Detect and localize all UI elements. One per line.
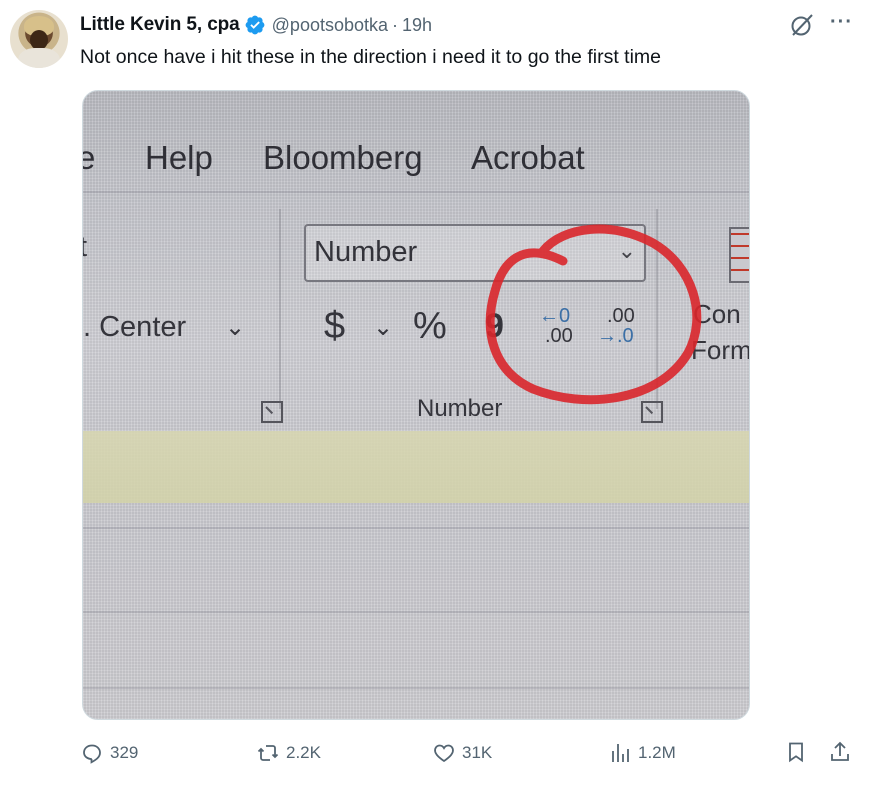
timestamp[interactable]: 19h — [402, 15, 432, 36]
number-format-dropdown: Number ⌄ — [304, 224, 646, 282]
decrease-decimal-label: .00 — [545, 325, 573, 347]
merge-dropdown-chevron-icon: ⌄ — [225, 314, 246, 341]
views-button[interactable]: 1.2M — [608, 736, 676, 770]
reply-button[interactable]: 329 — [80, 736, 138, 770]
bookmark-icon[interactable] — [784, 740, 808, 764]
tweet-media-image[interactable]: e Help Bloomberg Acrobat t . Center ⌄ Nu… — [82, 90, 750, 720]
conditional-format-label-1: Con — [693, 299, 741, 329]
share-icon[interactable] — [828, 740, 852, 764]
dialog-launcher-icon — [641, 401, 663, 423]
number-format-value: Number — [314, 236, 418, 268]
dialog-launcher-icon — [261, 401, 283, 423]
view-count: 1.2M — [638, 743, 676, 762]
repost-icon — [257, 745, 279, 761]
ribbon-tab-acrobat: Acrobat — [471, 139, 585, 176]
tweet-header: Little Kevin 5, cpa @pootsobotka · 19h — [80, 13, 432, 37]
merge-center-text: . Center — [83, 311, 187, 343]
increase-decimal-icon: →.0 — [597, 325, 634, 347]
percent-icon: % — [413, 305, 447, 347]
author-name[interactable]: Little Kevin 5, cpa — [80, 14, 240, 36]
chevron-down-icon: ⌄ — [617, 238, 636, 263]
grid-line — [83, 687, 749, 689]
ribbon-tab-help: Help — [145, 139, 213, 176]
grok-icon[interactable] — [788, 11, 816, 39]
grid-line — [83, 611, 749, 613]
tweet-text: Not once have i hit these in the directi… — [80, 46, 661, 68]
separator-dot: · — [392, 14, 399, 35]
currency-icon: $ — [324, 305, 346, 347]
tweet-actions: 329 2.2K 31K 1.2M — [80, 736, 860, 772]
like-count: 31K — [462, 743, 493, 762]
reply-icon — [83, 744, 101, 764]
conditional-format-label-2: Form — [691, 335, 750, 365]
group-separator — [656, 209, 658, 409]
clipped-text: t — [83, 231, 87, 264]
number-group-label: Number — [417, 395, 503, 422]
ribbon-tab-clipped: e — [83, 139, 95, 177]
like-button[interactable]: 31K — [432, 736, 492, 770]
verified-badge-icon — [245, 15, 265, 35]
repost-count: 2.2K — [286, 743, 321, 762]
highlighted-row — [83, 431, 749, 503]
author-handle[interactable]: @pootsobotka — [272, 15, 388, 36]
more-options-icon[interactable]: ··· — [830, 12, 860, 34]
group-separator — [279, 209, 281, 409]
ribbon-tab-bloomberg: Bloomberg — [263, 139, 423, 176]
avatar[interactable] — [10, 10, 68, 68]
analytics-icon — [612, 744, 629, 762]
comma-style-icon: 9 — [485, 307, 504, 345]
reply-count: 329 — [110, 743, 139, 762]
heart-icon — [434, 744, 454, 763]
ribbon-tabs: e Help Bloomberg Acrobat — [83, 131, 749, 191]
repost-button[interactable]: 2.2K — [256, 736, 321, 770]
conditional-format-grid-icon — [729, 227, 749, 283]
tweet: Little Kevin 5, cpa @pootsobotka · 19h ·… — [0, 0, 882, 786]
currency-chevron-icon: ⌄ — [373, 314, 394, 341]
grid-line — [83, 527, 749, 529]
ribbon-divider — [83, 191, 749, 193]
